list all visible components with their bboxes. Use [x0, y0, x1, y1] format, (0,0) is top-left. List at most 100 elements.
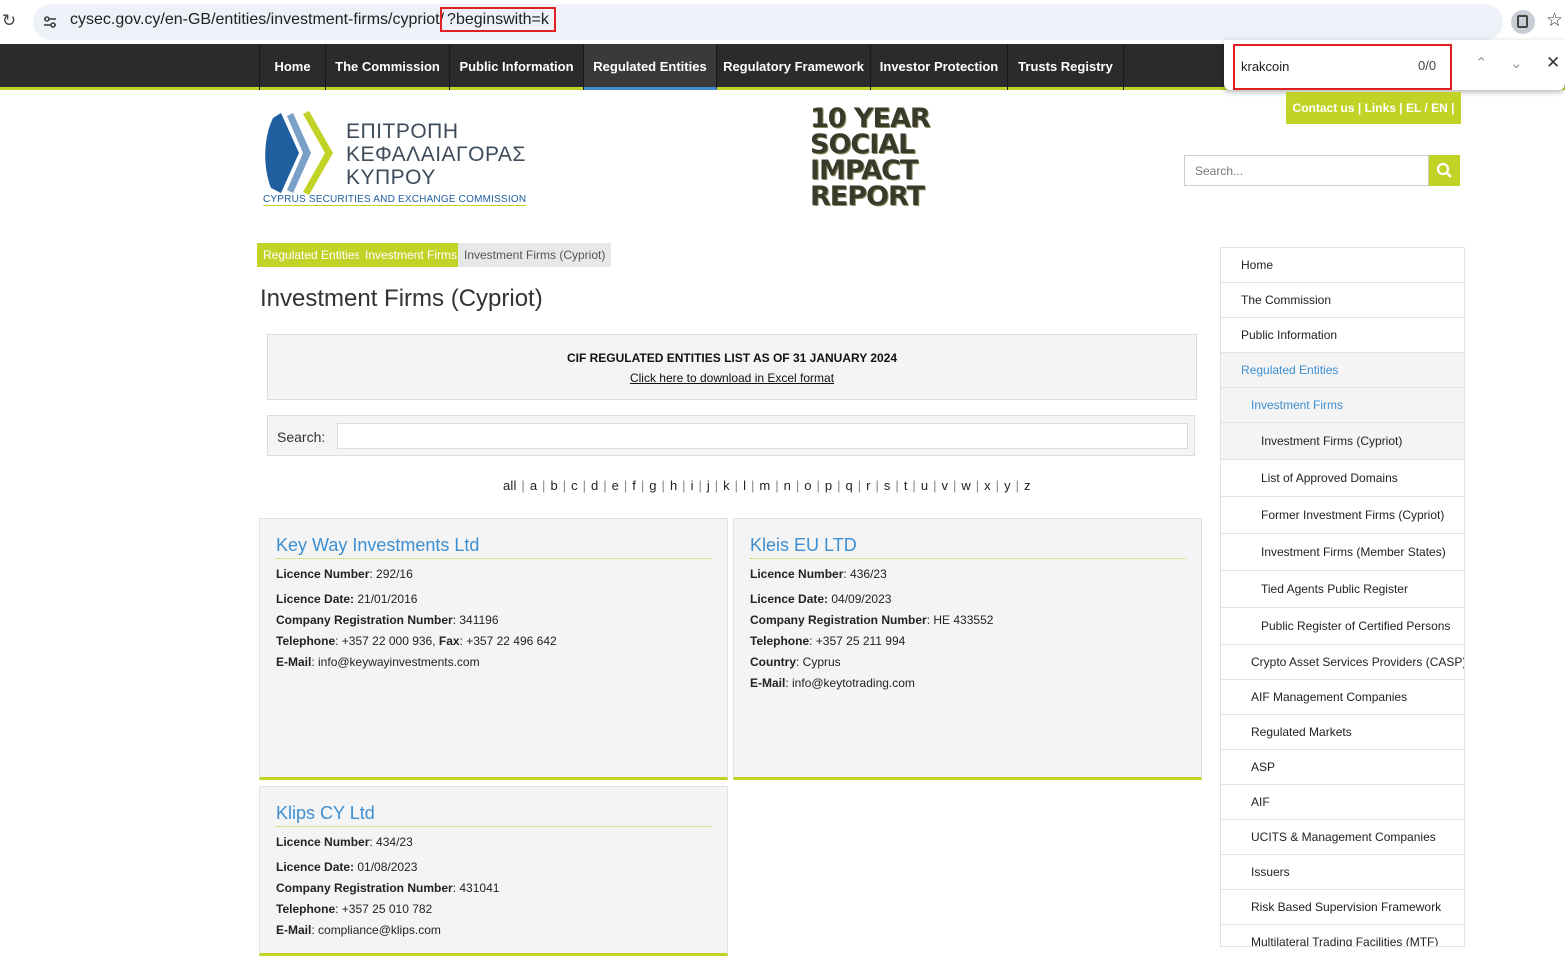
alphabet-separator: | [871, 478, 883, 493]
find-next-icon[interactable]: ⌄ [1510, 54, 1523, 72]
breadcrumb-investment-firms[interactable]: Investment Firms [359, 243, 464, 267]
nav-trusts-registry[interactable]: Trusts Registry [1008, 44, 1124, 90]
alphabet-letter-c[interactable]: c [571, 478, 578, 493]
sidebar-item-regulated-entities[interactable]: Regulated Entities [1221, 353, 1464, 388]
firm-name[interactable]: Klips CY Ltd [276, 803, 712, 827]
alphabet-letter-y[interactable]: y [1004, 478, 1011, 493]
regulated-list-notice: CIF REGULATED ENTITIES LIST AS OF 31 JAN… [267, 334, 1197, 400]
sidebar-item-casp[interactable]: Crypto Asset Services Providers (CASP) [1221, 645, 1464, 680]
company-reg: Company Registration Number: 431041 [276, 881, 500, 895]
logo-greek-text: ΕΠΙΤΡΟΠΗ ΚΕΦΑΛΑΙΑΓΟΡΑΣ ΚΥΠΡΟΥ [346, 120, 526, 189]
sidebar-item-investment-firms-member-states[interactable]: Investment Firms (Member States) [1221, 534, 1464, 571]
sidebar-item-aif[interactable]: AIF [1221, 785, 1464, 820]
sidebar-item-investment-firms-cypriot[interactable]: Investment Firms (Cypriot) [1221, 423, 1464, 460]
alphabet-separator: | [657, 478, 669, 493]
firm-card: Key Way Investments Ltd Licence Number: … [259, 518, 728, 780]
alphabet-letter-b[interactable]: b [550, 478, 557, 493]
licence-date: Licence Date: 01/08/2023 [276, 860, 418, 874]
company-reg: Company Registration Number: HE 433552 [750, 613, 994, 627]
sidebar-item-risk-based-supervision[interactable]: Risk Based Supervision Framework [1221, 890, 1464, 925]
find-bar: krakcoin 0/0 ⌃ ⌄ ✕ [1224, 40, 1565, 90]
sidebar-item-aif-management[interactable]: AIF Management Companies [1221, 680, 1464, 715]
site-search-button[interactable] [1429, 155, 1460, 186]
alphabet-separator: | [908, 478, 920, 493]
alphabet-separator: | [991, 478, 1004, 493]
close-icon[interactable]: ✕ [1546, 53, 1560, 73]
licence-date: Licence Date: 21/01/2016 [276, 592, 418, 606]
alphabet-separator: | [558, 478, 571, 493]
find-prev-icon[interactable]: ⌃ [1475, 54, 1488, 72]
sidebar-nav: Home The Commission Public Information R… [1220, 247, 1465, 947]
alphabet-letter-z[interactable]: z [1024, 478, 1031, 493]
sidebar-item-tied-agents[interactable]: Tied Agents Public Register [1221, 571, 1464, 608]
firm-name[interactable]: Key Way Investments Ltd [276, 535, 712, 559]
nav-public-information[interactable]: Public Information [450, 44, 584, 90]
alphabet-letter-all[interactable]: all [503, 478, 517, 493]
social-impact-report-banner[interactable]: 10 YEAR SOCIAL IMPACT REPORT [810, 105, 958, 214]
alphabet-separator: | [599, 478, 611, 493]
nav-the-commission[interactable]: The Commission [326, 44, 450, 90]
alphabet-filter: all | a | b | c | d | e | f | g | h | i … [503, 478, 1031, 493]
alphabet-separator: | [929, 478, 941, 493]
reload-icon[interactable]: ↻ [0, 10, 18, 32]
bookmark-star-icon[interactable]: ☆ [1546, 9, 1563, 32]
alphabet-separator: | [792, 478, 804, 493]
firm-name[interactable]: Kleis EU LTD [750, 535, 1186, 559]
excel-download-link[interactable]: Click here to download in Excel format [268, 371, 1196, 385]
find-count: 0/0 [1418, 58, 1437, 73]
alphabet-separator: | [891, 478, 903, 493]
search-label: Search: [277, 429, 326, 445]
sidebar-item-certified-persons[interactable]: Public Register of Certified Persons [1221, 608, 1464, 645]
alphabet-letter-w[interactable]: w [961, 478, 971, 493]
sidebar-item-mtf[interactable]: Multilateral Trading Facilities (MTF) [1221, 925, 1464, 946]
sidebar-item-former-investment-firms[interactable]: Former Investment Firms (Cypriot) [1221, 497, 1464, 534]
sidebar-item-the-commission[interactable]: The Commission [1221, 283, 1464, 318]
notice-title: CIF REGULATED ENTITIES LIST AS OF 31 JAN… [566, 351, 898, 365]
sidebar-item-investment-firms[interactable]: Investment Firms [1221, 388, 1464, 423]
sidebar-item-regulated-markets[interactable]: Regulated Markets [1221, 715, 1464, 750]
alphabet-separator: | [710, 478, 723, 493]
nav-regulatory-framework[interactable]: Regulatory Framework [717, 44, 871, 90]
nav-home[interactable]: Home [260, 44, 326, 90]
sidebar-item-public-information[interactable]: Public Information [1221, 318, 1464, 353]
contact-links[interactable]: Contact us | Links | EL / EN | [1286, 92, 1461, 124]
licence-number: Licence Number: 436/23 [750, 567, 887, 581]
search-input[interactable] [337, 423, 1188, 449]
sidebar-item-asp[interactable]: ASP [1221, 750, 1464, 785]
telephone: Telephone: +357 25 211 994 [750, 634, 906, 648]
breadcrumb-regulated-entities[interactable]: Regulated Entities [257, 243, 367, 267]
licence-number: Licence Number: 292/16 [276, 567, 413, 581]
alphabet-letter-x[interactable]: x [984, 478, 991, 493]
sidebar-item-home[interactable]: Home [1221, 248, 1464, 283]
page-search-icon[interactable] [1511, 10, 1535, 34]
alphabet-letter-o[interactable]: o [804, 478, 811, 493]
sidebar-item-issuers[interactable]: Issuers [1221, 855, 1464, 890]
licence-number: Licence Number: 434/23 [276, 835, 413, 849]
alphabet-separator: | [971, 478, 984, 493]
alphabet-letter-q[interactable]: q [846, 478, 853, 493]
cysec-logo[interactable]: ΕΠΙΤΡΟΠΗ ΚΕΦΑΛΑΙΑΓΟΡΑΣ ΚΥΠΡΟΥ CYPRUS SEC… [261, 108, 536, 210]
alphabet-letter-k[interactable]: k [723, 478, 730, 493]
find-query: krakcoin [1241, 59, 1290, 74]
alphabet-letter-g[interactable]: g [649, 478, 656, 493]
nav-regulated-entities[interactable]: Regulated Entities [584, 44, 717, 90]
alphabet-letter-s[interactable]: s [884, 478, 891, 493]
address-bar[interactable]: cysec.gov.cy/en-GB/entities/investment-f… [33, 4, 1503, 40]
email: E-Mail: info@keywayinvestments.com [276, 655, 480, 669]
alphabet-separator: | [853, 478, 866, 493]
email: E-Mail: compliance@klips.com [276, 923, 441, 937]
alphabet-separator: | [578, 478, 590, 493]
site-search-input[interactable]: Search... [1184, 155, 1429, 186]
nav-investor-protection[interactable]: Investor Protection [871, 44, 1008, 90]
logo-line2: ΚΕΦΑΛΑΙΑΓΟΡΑΣ [346, 143, 526, 166]
alphabet-separator: | [1011, 478, 1023, 493]
alphabet-letter-n[interactable]: n [784, 478, 791, 493]
alphabet-letter-m[interactable]: m [759, 478, 770, 493]
sidebar-item-ucits[interactable]: UCITS & Management Companies [1221, 820, 1464, 855]
alphabet-letter-e[interactable]: e [612, 478, 619, 493]
logo-line3: ΚΥΠΡΟΥ [346, 166, 436, 189]
sidebar-item-approved-domains[interactable]: List of Approved Domains [1221, 460, 1464, 497]
alphabet-separator: | [747, 478, 759, 493]
alphabet-separator: | [771, 478, 783, 493]
site-info-icon[interactable] [41, 13, 59, 31]
